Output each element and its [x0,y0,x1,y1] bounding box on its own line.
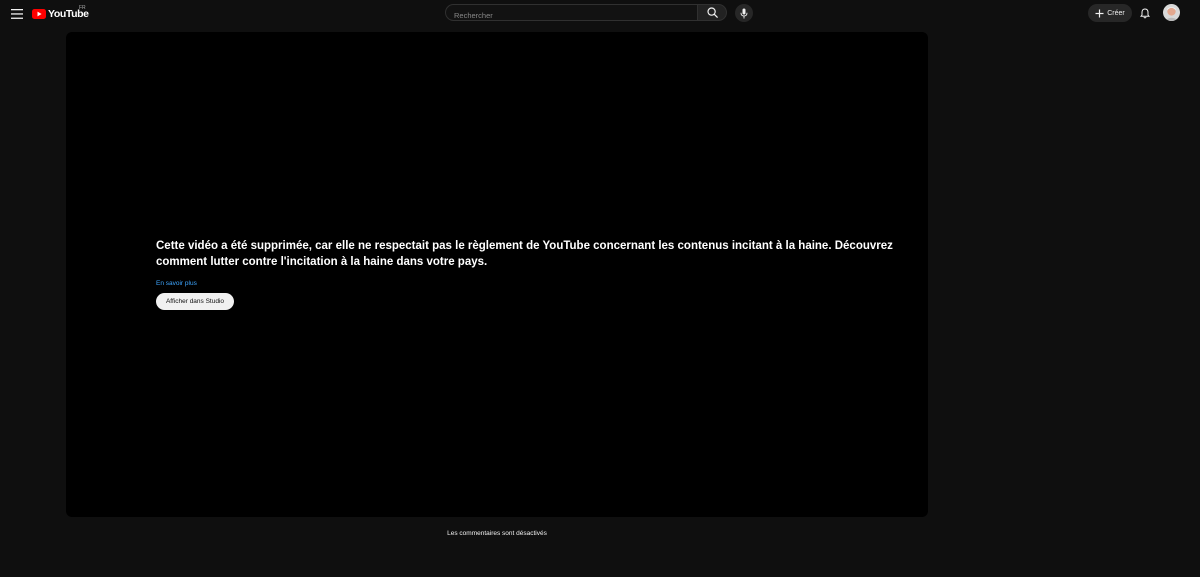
masthead: YouTube FR Créer [0,0,1200,28]
create-label: Créer [1107,9,1125,17]
search-box [445,4,697,23]
country-code: FR [79,5,86,11]
youtube-play-logo-icon [32,9,46,19]
search-button[interactable] [697,4,727,21]
video-player: Cette vidéo a été supprimée, car elle ne… [66,32,928,517]
microphone-icon [740,8,748,18]
user-avatar-icon [1163,4,1180,21]
bell-icon [1140,7,1150,18]
notifications-button[interactable] [1137,5,1153,21]
view-in-studio-button[interactable]: Afficher dans Studio [156,293,234,310]
learn-more-link[interactable]: En savoir plus [156,280,197,287]
video-removed-message: Cette vidéo a été supprimée, car elle ne… [156,240,893,268]
voice-search-button[interactable] [735,4,753,22]
hamburger-menu-icon[interactable] [8,5,26,23]
avatar[interactable] [1163,4,1180,21]
create-button[interactable]: Créer [1088,4,1132,22]
search-input[interactable] [446,8,697,23]
search-icon [706,7,718,18]
comments-disabled-notice: Les commentaires sont désactivés [447,530,547,537]
plus-icon [1095,9,1104,17]
